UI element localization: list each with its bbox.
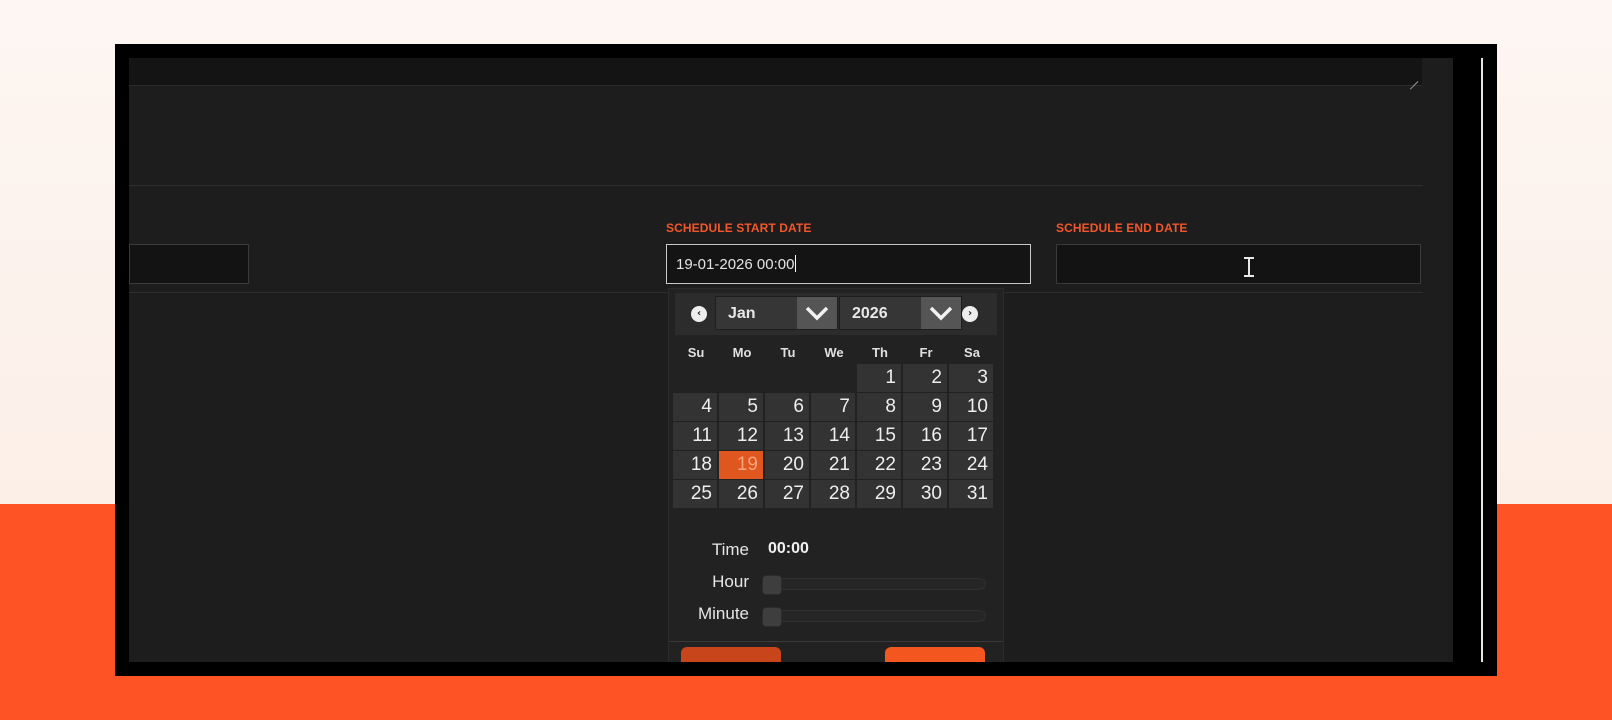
chevron-down-icon[interactable] [797, 297, 837, 329]
minute-slider[interactable] [762, 607, 986, 627]
hour-slider-handle[interactable] [762, 575, 782, 595]
calendar-day[interactable]: 24 [949, 451, 993, 479]
weekday-header: Mo [732, 345, 752, 360]
calendar-day[interactable]: 6 [765, 393, 809, 421]
app-screen: SCHEDULE START DATE 19-01-2026 00:00 SCH… [129, 58, 1453, 662]
calendar-day[interactable]: 12 [719, 422, 763, 450]
chevron-down-icon[interactable] [921, 297, 961, 329]
schedule-start-label: SCHEDULE START DATE [666, 221, 812, 235]
calendar-day[interactable]: 4 [673, 393, 717, 421]
time-label: Time [711, 540, 749, 559]
calendar-day[interactable]: 10 [949, 393, 993, 421]
cancel-button[interactable] [681, 647, 781, 662]
resize-grip-icon[interactable] [1409, 73, 1418, 82]
minute-label: Minute [697, 604, 749, 623]
datepicker-popup: ‹ Jan 2026 › Su Mo Tu We Th Fr Sa 1 2 3 … [668, 288, 1004, 662]
calendar-day[interactable]: 2 [903, 364, 947, 392]
calendar-day[interactable]: 23 [903, 451, 947, 479]
month-value: Jan [728, 305, 756, 322]
weekday-header: We [824, 345, 844, 360]
calendar-day[interactable]: 11 [673, 422, 717, 450]
calendar-day[interactable]: 30 [903, 480, 947, 508]
weekday-header: Th [872, 345, 888, 360]
calendar-day[interactable]: 7 [811, 393, 855, 421]
text-caret [795, 255, 797, 272]
calendar-day[interactable]: 15 [857, 422, 901, 450]
calendar-day[interactable]: 27 [765, 480, 809, 508]
calendar-day[interactable]: 20 [765, 451, 809, 479]
done-button[interactable] [885, 647, 985, 662]
text-cursor-icon [1244, 257, 1254, 277]
schedule-end-label: SCHEDULE END DATE [1056, 221, 1188, 235]
weekday-header: Tu [780, 345, 796, 360]
calendar-day[interactable]: 9 [903, 393, 947, 421]
year-select[interactable]: 2026 [839, 296, 962, 330]
calendar-day[interactable]: 3 [949, 364, 993, 392]
calendar-day[interactable]: 21 [811, 451, 855, 479]
video-frame: SCHEDULE START DATE 19-01-2026 00:00 SCH… [115, 44, 1497, 676]
chevron-left-circle-icon[interactable]: ‹ [691, 306, 707, 322]
year-value: 2026 [852, 305, 888, 322]
schedule-start-value: 19-01-2026 00:00 [676, 256, 795, 273]
calendar-day[interactable]: 5 [719, 393, 763, 421]
left-field[interactable] [129, 244, 249, 284]
calendar-day[interactable]: 1 [857, 364, 901, 392]
weekday-header: Su [687, 345, 705, 360]
time-value: 00:00 [768, 540, 809, 557]
calendar-day[interactable]: 16 [903, 422, 947, 450]
hour-label: Hour [712, 572, 749, 591]
calendar-day[interactable]: 26 [719, 480, 763, 508]
calendar-day[interactable]: 17 [949, 422, 993, 450]
hour-slider[interactable] [762, 575, 986, 595]
section-divider [129, 185, 1423, 186]
scrollbar-line [1481, 58, 1483, 662]
calendar-day[interactable]: 22 [857, 451, 901, 479]
notes-textarea[interactable] [129, 58, 1422, 86]
calendar-day[interactable]: 14 [811, 422, 855, 450]
weekday-header: Fr [919, 345, 933, 360]
schedule-start-input[interactable]: 19-01-2026 00:00 [666, 244, 1031, 284]
calendar-day-selected[interactable]: 19 [719, 451, 763, 479]
calendar-day[interactable]: 29 [857, 480, 901, 508]
calendar-day[interactable]: 31 [949, 480, 993, 508]
datepicker-footer-divider [669, 641, 1003, 642]
schedule-end-input[interactable] [1056, 244, 1421, 284]
datepicker-header: ‹ Jan 2026 › [675, 293, 997, 335]
minute-slider-handle[interactable] [762, 607, 782, 627]
weekday-header: Sa [964, 345, 980, 360]
calendar-day[interactable]: 25 [673, 480, 717, 508]
chevron-right-circle-icon[interactable]: › [962, 306, 978, 322]
calendar-day[interactable]: 13 [765, 422, 809, 450]
calendar-day[interactable]: 18 [673, 451, 717, 479]
month-select[interactable]: Jan [715, 296, 838, 330]
calendar-day[interactable]: 8 [857, 393, 901, 421]
calendar-day[interactable]: 28 [811, 480, 855, 508]
